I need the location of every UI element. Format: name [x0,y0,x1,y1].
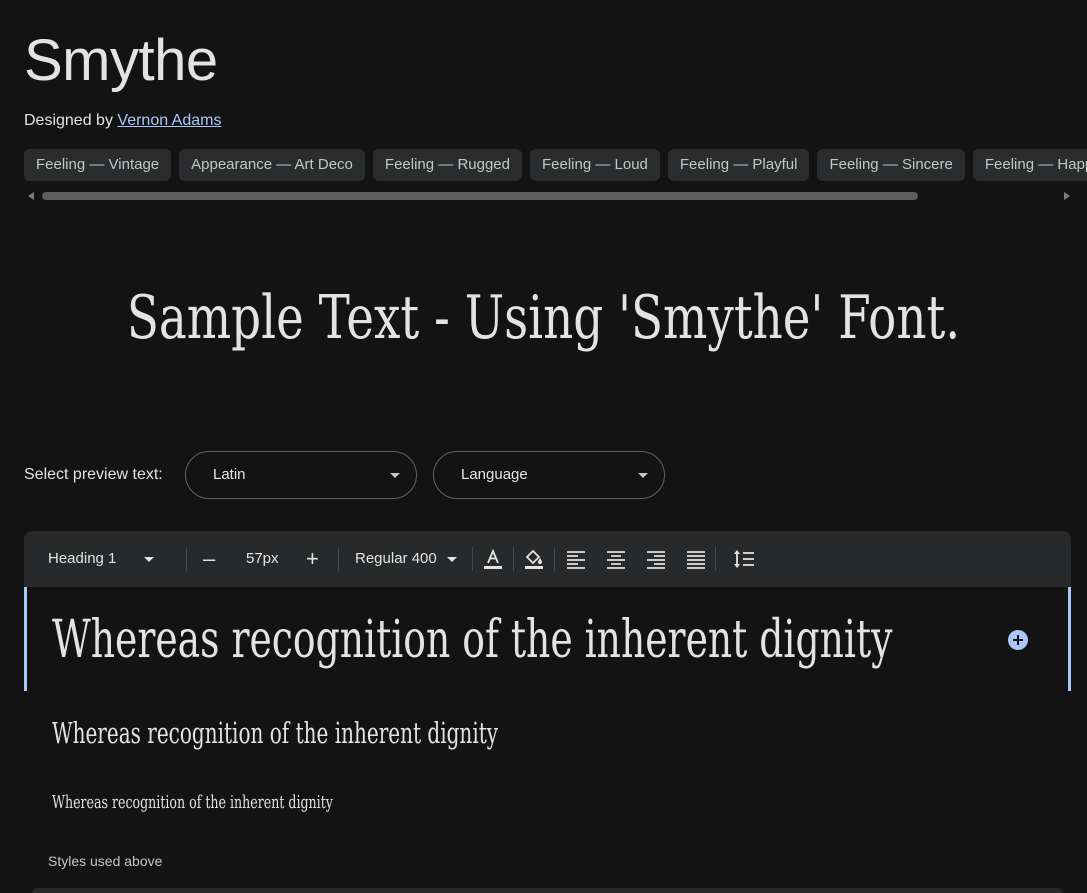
script-select-value: Latin [213,466,246,483]
toolbar-divider [472,547,473,571]
scroll-right-arrow-icon[interactable] [1064,192,1070,200]
increase-size-button[interactable]: + [306,531,319,587]
tag-list: Feeling — Vintage Appearance — Art Deco … [24,149,1087,181]
align-left-icon[interactable] [564,547,588,571]
highlight-color-icon[interactable] [522,547,546,571]
tag-chip[interactable]: Feeling — Vintage [24,149,172,181]
styles-panel-edge [32,888,1063,893]
designed-by-label: Designed by [24,112,113,129]
text-color-icon[interactable] [481,547,505,571]
tag-chip[interactable]: Feeling — Rugged [372,149,522,181]
tag-chip[interactable]: Feeling — Playful [667,149,810,181]
tag-chip[interactable]: Appearance — Art Deco [179,149,365,181]
font-size-value[interactable]: 57px [246,531,279,587]
toolbar-divider [513,547,514,571]
decrease-size-button[interactable]: – [203,531,215,587]
styles-used-label: Styles used above [48,853,163,869]
editor-toolbar: Heading 1 – 57px + Regular 400 [24,531,1071,587]
toolbar-divider [186,547,187,571]
chevron-down-icon [446,556,457,562]
font-weight-dropdown[interactable]: Regular 400 [355,531,457,587]
align-center-icon[interactable] [604,547,628,571]
scroll-thumb[interactable] [42,192,918,200]
toolbar-divider [554,547,555,571]
line-height-icon[interactable] [732,547,756,571]
tag-chip[interactable]: Feeling — Happy [972,149,1087,181]
language-select-value: Language [461,466,528,483]
toolbar-divider [338,547,339,571]
tag-chip[interactable]: Feeling — Sincere [817,149,965,181]
sample-line-heading-3[interactable]: Whereas recognition of the inherent dign… [52,790,333,816]
font-title: Smythe [24,28,218,93]
text-style-dropdown[interactable]: Heading 1 [48,531,155,587]
align-justify-icon[interactable] [684,547,708,571]
designer-line: Designed by Vernon Adams [24,110,221,132]
sample-line-heading-1[interactable]: Whereas recognition of the inherent dign… [52,609,892,671]
text-style-value: Heading 1 [48,550,117,567]
scroll-left-arrow-icon[interactable] [28,192,34,200]
sample-banner-text: Sample Text - Using 'Smythe' Font. [126,283,961,353]
script-select[interactable]: Latin [185,451,417,499]
preview-editor: Heading 1 – 57px + Regular 400 Whereas r… [24,531,1071,893]
align-right-icon[interactable] [644,547,668,571]
tag-chip[interactable]: Feeling — Loud [529,149,660,181]
tags-scrollbar[interactable] [24,190,1072,202]
designer-link[interactable]: Vernon Adams [117,112,221,129]
chevron-down-icon [390,473,400,478]
chevron-down-icon [638,473,648,478]
toolbar-divider [715,547,716,571]
chevron-down-icon [144,556,155,562]
language-select[interactable]: Language [433,451,665,499]
sample-line-heading-2[interactable]: Whereas recognition of the inherent dign… [52,713,498,753]
add-icon[interactable] [1008,630,1028,650]
font-specimen-page: Smythe Designed by Vernon Adams Feeling … [0,0,1087,893]
font-weight-value: Regular 400 [355,550,437,567]
preview-label: Select preview text: [24,466,163,483]
